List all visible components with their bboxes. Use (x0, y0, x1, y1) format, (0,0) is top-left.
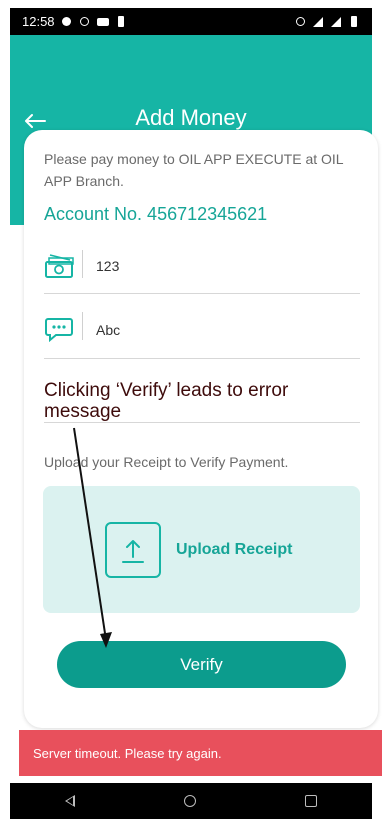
page-title: Add Money (135, 105, 247, 130)
error-toast: Server timeout. Please try again. (19, 730, 382, 776)
account-number: Account No. 456712345621 (44, 204, 268, 224)
field-divider (82, 312, 83, 340)
battery-saver-icon (115, 16, 127, 28)
signal-icon (330, 16, 342, 28)
upload-receipt-label: Upload Receipt (176, 540, 293, 558)
verify-button[interactable]: Verify (57, 641, 346, 688)
status-time: 12:58 (22, 14, 55, 29)
hidden-field-underline[interactable] (44, 420, 360, 423)
chat-icon (45, 318, 73, 342)
nav-recents-icon[interactable] (305, 795, 318, 807)
status-left: 12:58 (22, 14, 127, 29)
upload-icon (105, 521, 161, 578)
add-money-card: Please pay money to OIL APP EXECUTE at O… (24, 130, 378, 728)
status-bar: 12:58 (10, 8, 372, 35)
money-icon (45, 254, 74, 278)
payment-instruction: Please pay money to OIL APP EXECUTE at O… (44, 151, 344, 189)
field-divider (82, 250, 83, 278)
remarks-value[interactable]: Abc (96, 322, 120, 338)
nav-home-icon[interactable] (183, 795, 196, 807)
notification-icon (61, 16, 73, 28)
nav-back-icon[interactable] (64, 795, 75, 807)
wifi-icon (312, 16, 324, 28)
battery-icon (348, 16, 360, 28)
amount-value[interactable]: 123 (96, 258, 119, 274)
status-right (294, 16, 360, 28)
youtube-icon (96, 16, 109, 28)
remarks-field[interactable]: Abc (44, 310, 360, 359)
upload-receipt-button[interactable]: Upload Receipt (43, 486, 360, 613)
navigation-bar (10, 783, 372, 819)
annotation-text: Clicking ‘Verify’ leads to error message (44, 380, 289, 422)
alarm-icon (294, 16, 306, 28)
whatsapp-icon (79, 16, 91, 28)
amount-field[interactable]: 123 (44, 248, 360, 294)
upload-hint: Upload your Receipt to Verify Payment. (44, 454, 289, 470)
